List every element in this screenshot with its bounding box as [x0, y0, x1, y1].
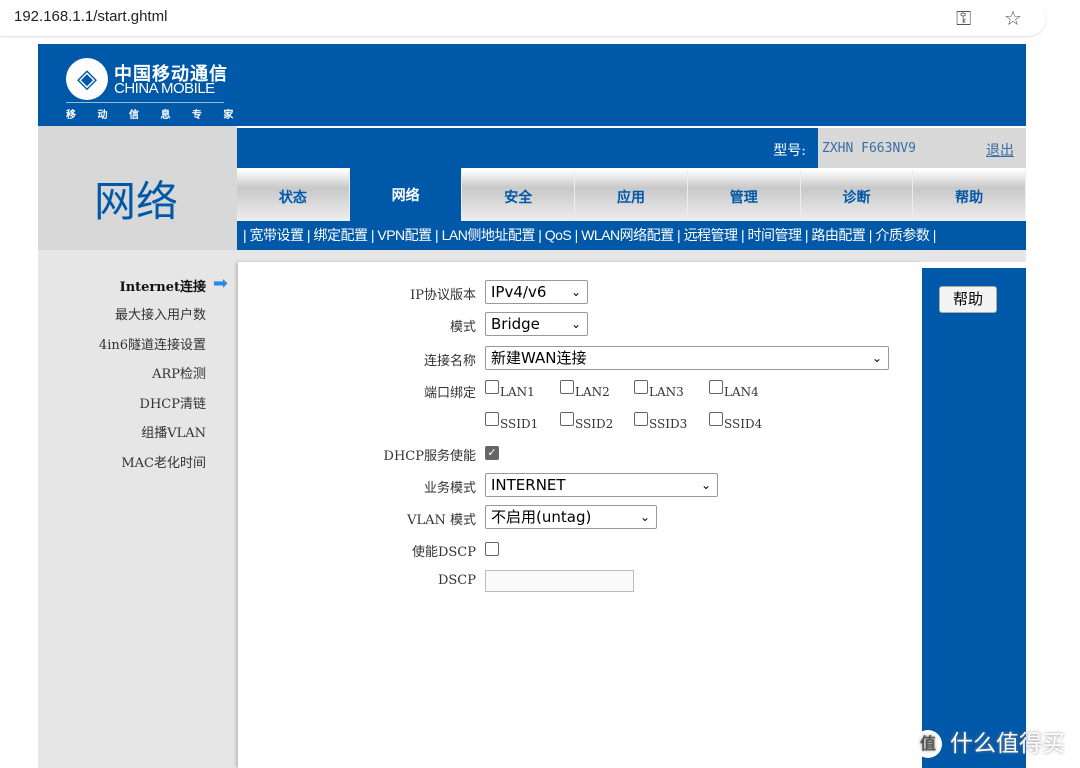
tab-security[interactable]: 安全 — [462, 170, 576, 221]
ip-version-select[interactable]: IPv4/v6 ⌄ — [485, 280, 588, 304]
chevron-down-icon: ⌄ — [700, 478, 711, 492]
service-mode-value: INTERNET — [491, 476, 566, 494]
sidebar-item-4in6[interactable]: 4in6隧道连接设置 — [99, 334, 206, 353]
submenu-routing[interactable]: 路由配置 — [811, 227, 866, 243]
help-button[interactable]: 帮助 — [939, 286, 997, 313]
lan3-label: LAN3 — [649, 385, 684, 399]
mode-select[interactable]: Bridge ⌄ — [485, 312, 588, 336]
help-panel: 帮助 — [922, 268, 1026, 768]
chevron-down-icon: ⌄ — [570, 285, 581, 299]
china-mobile-logo-icon: ◈ — [66, 58, 108, 100]
key-icon[interactable]: ⚿ — [956, 6, 971, 30]
sidebar-item-max-users[interactable]: 最大接入用户数 — [115, 304, 206, 323]
submenu-vpn[interactable]: VPN配置 — [377, 227, 432, 243]
url-text[interactable]: 192.168.1.1/start.ghtml — [14, 8, 167, 25]
section-title-box: 网络 — [38, 126, 237, 250]
sidebar-item-dhcp-clear[interactable]: DHCP清链 — [140, 393, 206, 412]
model-box: ZXHN F663NV9 退出 — [818, 128, 1026, 168]
ssid2-label: SSID2 — [575, 417, 614, 431]
service-mode-label: 业务模式 — [423, 481, 476, 496]
sub-menu: | 宽带设置 | 绑定配置 | VPN配置 | LAN侧地址配置 | QoS |… — [237, 221, 1026, 250]
lan4-checkbox[interactable] — [709, 380, 723, 394]
sidebar: Internet连接 ➡ 最大接入用户数 4in6隧道连接设置 ARP检测 DH… — [38, 250, 237, 768]
mode-label: 模式 — [449, 320, 476, 335]
ssid3-checkbox[interactable] — [634, 412, 648, 426]
sidebar-item-multicast-vlan[interactable]: 组播VLAN — [141, 422, 206, 441]
section-title: 网络 — [94, 177, 179, 226]
model-value: ZXHN F663NV9 — [822, 141, 916, 156]
submenu-remote[interactable]: 远程管理 — [684, 227, 739, 243]
submenu-wlan[interactable]: WLAN网络配置 — [581, 227, 674, 243]
dscp-label: DSCP — [437, 573, 476, 588]
vlan-mode-select[interactable]: 不启用(untag) ⌄ — [485, 505, 657, 529]
logo-divider — [66, 102, 224, 103]
vlan-mode-label: VLAN 模式 — [407, 513, 476, 528]
lan3-checkbox[interactable] — [634, 380, 648, 394]
arrow-right-icon: ➡ — [212, 273, 228, 294]
lan1-label: LAN1 — [500, 385, 535, 399]
submenu-media[interactable]: 介质参数 — [875, 227, 930, 243]
conn-name-select[interactable]: 新建WAN连接 ⌄ — [485, 346, 889, 370]
submenu-lan-address[interactable]: LAN侧地址配置 — [442, 227, 536, 243]
conn-name-value: 新建WAN连接 — [491, 349, 587, 367]
ip-version-value: IPv4/v6 — [491, 283, 547, 301]
tab-application[interactable]: 应用 — [575, 170, 688, 221]
chevron-down-icon: ⌄ — [871, 351, 882, 365]
enable-dscp-checkbox[interactable] — [485, 542, 499, 556]
ip-version-label: IP协议版本 — [410, 288, 476, 303]
tab-status[interactable]: 状态 — [237, 170, 350, 221]
model-label: 型号: — [773, 143, 806, 159]
enable-dscp-label: 使能DSCP — [411, 545, 476, 560]
top-bar: 型号: — [237, 128, 818, 168]
vlan-mode-value: 不启用(untag) — [491, 508, 592, 526]
ssid1-checkbox[interactable] — [485, 412, 499, 426]
dhcp-label: DHCP服务使能 — [383, 449, 476, 464]
lan4-label: LAN4 — [724, 385, 759, 399]
logo-slogan: 移 动 信 息 专 家 — [66, 110, 234, 121]
header-banner: ◈ 中国移动通信 CHINA MOBILE 移 动 信 息 专 家 — [38, 44, 1026, 126]
chevron-down-icon: ⌄ — [570, 317, 581, 331]
logout-link[interactable]: 退出 — [986, 140, 1014, 160]
ssid3-label: SSID3 — [649, 417, 688, 431]
star-icon[interactable]: ☆ — [1004, 6, 1022, 30]
watermark: 值什么值得买 — [914, 724, 1065, 758]
chevron-down-icon: ⌄ — [639, 510, 650, 524]
submenu-qos[interactable]: QoS — [545, 227, 572, 243]
logo-en: CHINA MOBILE — [114, 80, 215, 97]
tab-diagnostics[interactable]: 诊断 — [800, 170, 914, 221]
ssid1-label: SSID1 — [500, 417, 539, 431]
submenu-time[interactable]: 时间管理 — [747, 227, 802, 243]
sidebar-item-internet[interactable]: Internet连接 — [120, 276, 206, 295]
lan2-label: LAN2 — [575, 385, 610, 399]
submenu-broadband[interactable]: 宽带设置 — [250, 227, 305, 243]
lan2-checkbox[interactable] — [560, 380, 574, 394]
ssid2-checkbox[interactable] — [560, 412, 574, 426]
main-tabs: 状态 网络 安全 应用 管理 诊断 帮助 — [237, 168, 1027, 221]
sidebar-item-mac-aging[interactable]: MAC老化时间 — [121, 452, 206, 471]
port-binding-label: 端口绑定 — [423, 386, 476, 401]
form-area: IP协议版本 IPv4/v6 ⌄ 模式 Bridge ⌄ 连接名称 新建WAN连接 ⌄… — [238, 262, 922, 768]
lan1-checkbox[interactable] — [485, 380, 499, 394]
ssid4-label: SSID4 — [724, 417, 763, 431]
ssid4-checkbox[interactable] — [709, 412, 723, 426]
mode-value: Bridge — [491, 315, 540, 333]
tab-management[interactable]: 管理 — [687, 170, 801, 221]
tab-network[interactable]: 网络 — [349, 168, 463, 221]
conn-name-label: 连接名称 — [423, 354, 476, 369]
address-bar[interactable]: 192.168.1.1/start.ghtml ⚿ ☆ — [0, 0, 1046, 36]
sidebar-item-arp[interactable]: ARP检测 — [152, 363, 206, 382]
service-mode-select[interactable]: INTERNET ⌄ — [485, 473, 718, 497]
tab-help[interactable]: 帮助 — [913, 170, 1027, 221]
submenu-binding[interactable]: 绑定配置 — [313, 227, 368, 243]
dhcp-checkbox[interactable]: ✓ — [485, 446, 499, 460]
watermark-badge: 值 — [914, 730, 942, 758]
dscp-input[interactable] — [485, 570, 634, 592]
watermark-text: 什么值得买 — [950, 731, 1065, 757]
